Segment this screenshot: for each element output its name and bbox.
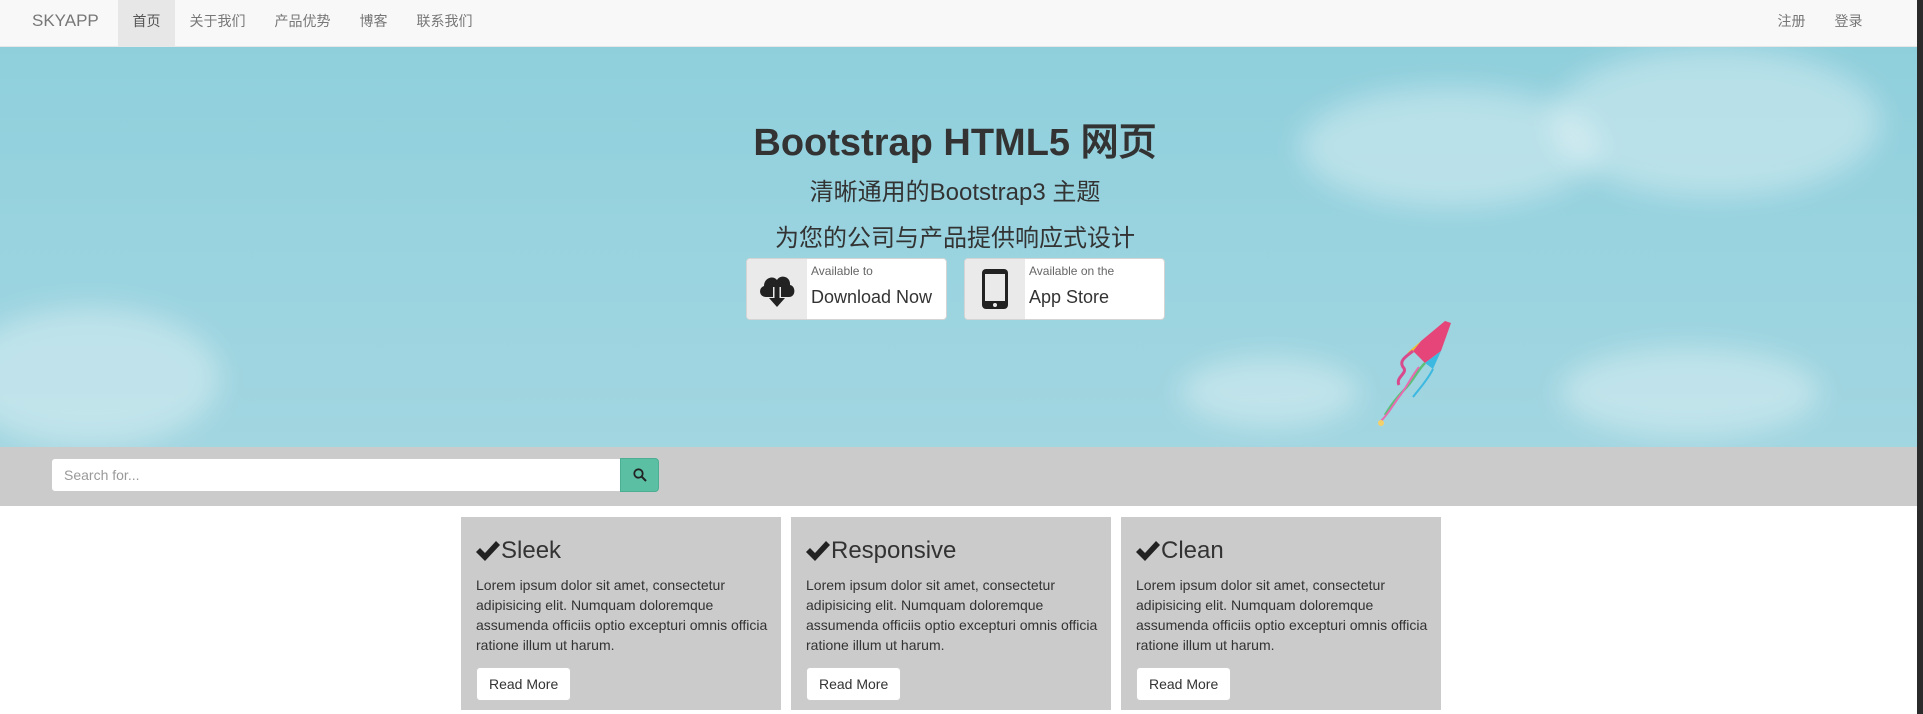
checkmark-icon — [476, 541, 500, 561]
window-edge — [1917, 0, 1923, 714]
feature-title-text: Sleek — [501, 537, 562, 564]
read-more-button[interactable]: Read More — [476, 667, 572, 701]
feature-title-text: Responsive — [831, 537, 957, 564]
feature-description: Lorem ipsum dolor sit amet, consectetur … — [1136, 577, 1428, 653]
checkmark-icon — [806, 541, 830, 561]
cloud-decoration — [1180, 357, 1360, 427]
download-label: Download Now — [811, 287, 933, 307]
cloud-download-icon — [747, 259, 807, 319]
hero-banner: Bootstrap HTML5 网页 清晰通用的Bootstrap3 主题 为您… — [0, 47, 1917, 447]
nav-item-home[interactable]: 首页 — [118, 0, 175, 46]
main-nav: 首页 关于我们 产品优势 博客 联系我们 — [118, 0, 487, 46]
nav-item-advantages[interactable]: 产品优势 — [260, 0, 345, 46]
mobile-phone-icon — [965, 259, 1025, 319]
read-more-button[interactable]: Read More — [1136, 667, 1232, 701]
nav-item-login[interactable]: 登录 — [1820, 0, 1877, 46]
search-input[interactable] — [51, 458, 621, 492]
nav-item-about[interactable]: 关于我们 — [175, 0, 260, 46]
checkmark-icon — [1136, 541, 1160, 561]
brand-logo[interactable]: SKYAPP — [32, 0, 99, 46]
feature-title: Sleek — [476, 537, 561, 565]
feature-description: Lorem ipsum dolor sit amet, consectetur … — [476, 577, 768, 653]
cloud-decoration — [0, 307, 220, 447]
cloud-decoration — [1560, 347, 1820, 437]
nav-item-contact[interactable]: 联系我们 — [402, 0, 487, 46]
feature-description: Lorem ipsum dolor sit amet, consectetur … — [806, 577, 1098, 653]
feature-title: Responsive — [806, 537, 956, 565]
kite-image — [1355, 315, 1455, 440]
hero-title: Bootstrap HTML5 网页 — [753, 122, 1157, 164]
feature-card: Clean Lorem ipsum dolor sit amet, consec… — [1121, 517, 1441, 710]
download-now-button[interactable]: Available to Download Now — [746, 258, 947, 320]
hero-subtitle: 清晰通用的Bootstrap3 主题 — [809, 179, 1101, 206]
search-section — [0, 447, 1917, 506]
search-button[interactable] — [620, 458, 659, 492]
nav-item-blog[interactable]: 博客 — [345, 0, 402, 46]
feature-card: Sleek Lorem ipsum dolor sit amet, consec… — [461, 517, 781, 710]
download-caption: Available to — [811, 264, 873, 278]
app-store-button[interactable]: Available on the App Store — [964, 258, 1165, 320]
hero-tagline: 为您的公司与产品提供响应式设计 — [775, 225, 1135, 252]
navbar: SKYAPP 首页 关于我们 产品优势 博客 联系我们 注册 登录 — [0, 0, 1917, 47]
search-icon — [632, 468, 647, 482]
read-more-button[interactable]: Read More — [806, 667, 902, 701]
feature-title-text: Clean — [1161, 537, 1224, 564]
feature-title: Clean — [1136, 537, 1224, 565]
app-store-caption: Available on the — [1029, 264, 1115, 278]
account-nav: 注册 登录 — [1763, 0, 1877, 46]
nav-item-register[interactable]: 注册 — [1763, 0, 1820, 46]
feature-card: Responsive Lorem ipsum dolor sit amet, c… — [791, 517, 1111, 710]
app-store-label: App Store — [1029, 287, 1110, 307]
